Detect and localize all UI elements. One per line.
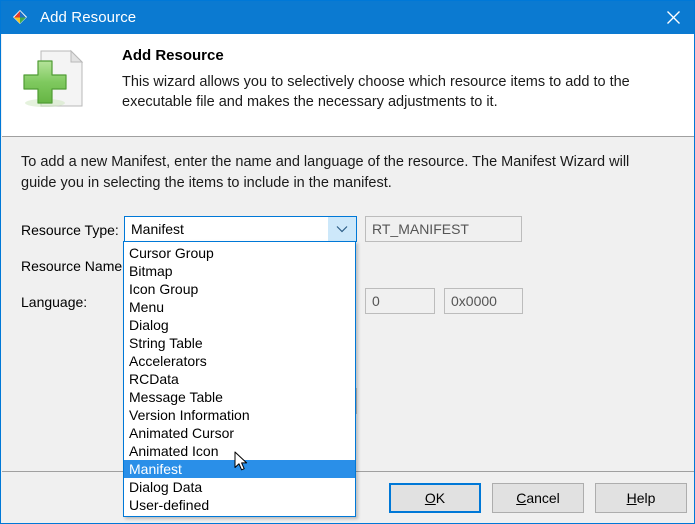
document-add-icon — [19, 46, 89, 116]
dropdown-option[interactable]: String Table — [124, 334, 355, 352]
resource-type-constant-field: RT_MANIFEST — [365, 216, 522, 242]
title-bar: Add Resource — [1, 1, 694, 34]
wizard-header: Add Resource This wizard allows you to s… — [2, 34, 694, 137]
cancel-button[interactable]: Cancel — [492, 483, 584, 513]
cancel-button-label: Cancel — [516, 490, 560, 506]
language-label: Language: — [21, 294, 88, 310]
dropdown-option[interactable]: RCData — [124, 370, 355, 388]
window-title: Add Resource — [40, 9, 137, 26]
resource-name-label: Resource Name: — [21, 258, 127, 274]
dropdown-option[interactable]: Message Table — [124, 388, 355, 406]
dropdown-option[interactable]: Icon Group — [124, 280, 355, 298]
chevron-down-icon[interactable] — [328, 217, 356, 241]
language-decimal-field: 0 — [365, 288, 435, 314]
dropdown-option[interactable]: User-defined — [124, 496, 355, 514]
ok-button-label: OK — [424, 490, 446, 506]
resource-type-dropdown-list[interactable]: Cursor Group Bitmap Icon Group Menu Dialog St… — [123, 241, 356, 517]
header-description: This wizard allows you to selectively ch… — [122, 74, 630, 110]
dropdown-option[interactable]: Animated Cursor — [124, 424, 355, 442]
resource-type-combobox[interactable]: Manifest — [124, 216, 357, 242]
pinwheel-diamond-icon — [10, 8, 30, 28]
dropdown-option[interactable]: Dialog — [124, 316, 355, 334]
dropdown-option[interactable]: Animated Icon — [124, 442, 355, 460]
help-button[interactable]: Help — [595, 483, 687, 513]
ok-button[interactable]: OK — [389, 483, 481, 513]
close-icon[interactable] — [650, 1, 694, 34]
header-title: Add Resource — [122, 47, 224, 64]
dropdown-option[interactable]: Dialog Data — [124, 478, 355, 496]
instructions-text: To add a new Manifest, enter the name an… — [21, 154, 630, 191]
resource-type-value: Manifest — [131, 221, 184, 237]
help-button-label: Help — [626, 490, 656, 506]
dropdown-option[interactable]: Manifest — [124, 460, 355, 478]
dropdown-option[interactable]: Accelerators — [124, 352, 355, 370]
dropdown-option[interactable]: Cursor Group — [124, 244, 355, 262]
dropdown-option[interactable]: Menu — [124, 298, 355, 316]
language-hex-field: 0x0000 — [444, 288, 523, 314]
resource-type-label: Resource Type: — [21, 222, 119, 238]
add-resource-dialog: Add Resource Add Resource This wizard al… — [0, 0, 695, 524]
dropdown-option[interactable]: Version Information — [124, 406, 355, 424]
dropdown-option[interactable]: Bitmap — [124, 262, 355, 280]
